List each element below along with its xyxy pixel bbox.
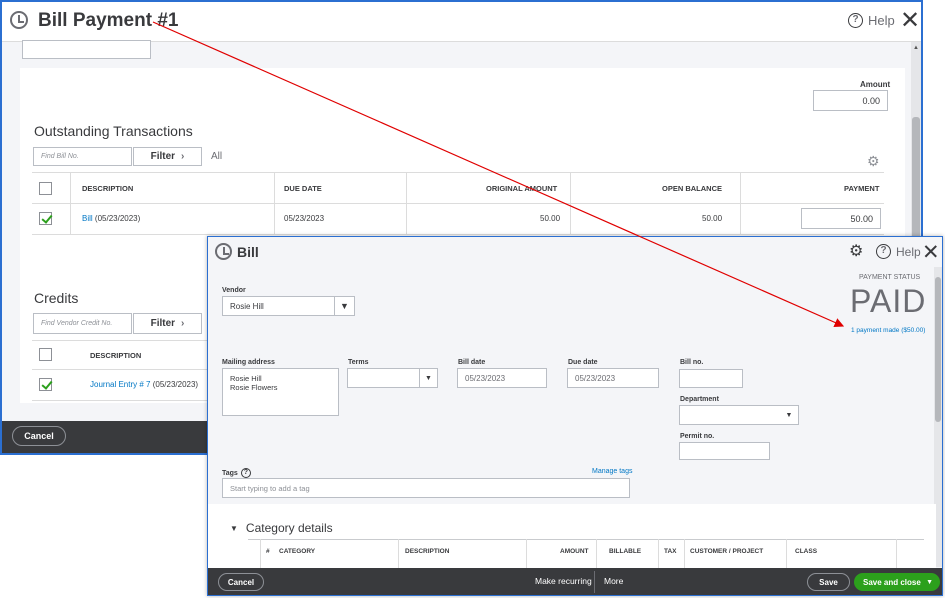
annotation-arrow xyxy=(152,21,845,328)
arrow-line xyxy=(152,21,845,328)
